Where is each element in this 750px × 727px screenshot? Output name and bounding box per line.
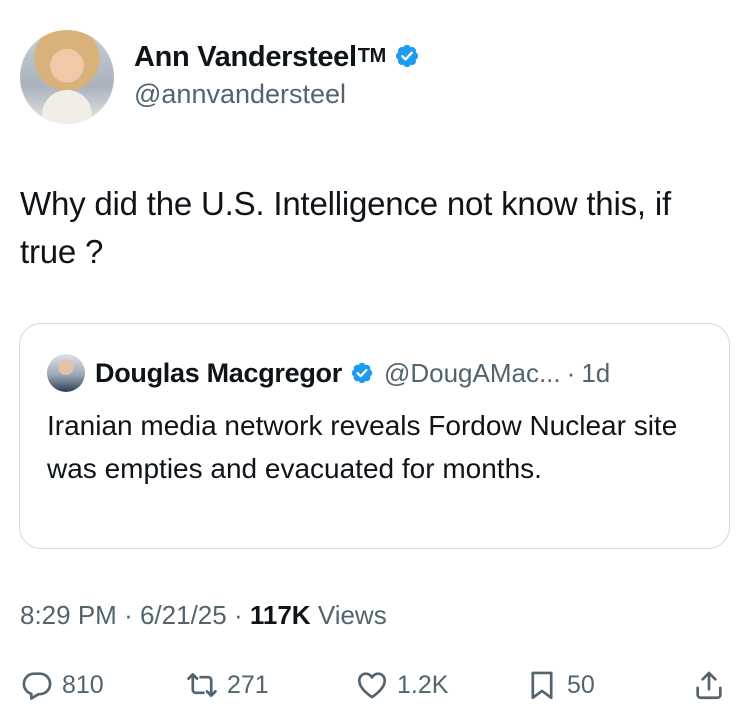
- like-count: 1.2K: [397, 670, 449, 699]
- speech-bubble-icon: [22, 672, 52, 700]
- reply-button[interactable]: 810: [20, 668, 104, 702]
- author-display-name[interactable]: Ann VandersteelTM: [134, 39, 386, 74]
- heart-icon: [357, 672, 387, 699]
- author-avatar[interactable]: [20, 30, 114, 124]
- tweet-meta: 8:29 PM · 6/21/25 · 117K Views: [20, 600, 387, 631]
- author-names: Ann VandersteelTM @annvandersteel: [134, 39, 420, 112]
- meta-separator: ·: [233, 600, 243, 630]
- quoted-author-name[interactable]: Douglas Macgregor: [95, 358, 342, 389]
- verified-badge-icon: [351, 362, 373, 384]
- tweet-actions-bar: 810 271 1.2K 50: [20, 668, 732, 708]
- repost-arrows-icon: [187, 673, 217, 697]
- share-upload-icon: [696, 671, 722, 700]
- views-label: Views: [317, 600, 387, 630]
- like-button[interactable]: 1.2K: [355, 668, 448, 702]
- author-handle[interactable]: @annvandersteel: [134, 76, 420, 112]
- share-button[interactable]: [692, 668, 726, 702]
- views-count: 117K: [249, 600, 311, 630]
- reply-count: 810: [62, 670, 104, 699]
- quoted-author-avatar[interactable]: [47, 354, 85, 392]
- author-display-name-text: Ann Vandersteel: [134, 40, 357, 73]
- quoted-tweet-text: Iranian media network reveals Fordow Nuc…: [47, 410, 678, 484]
- author-name-row: Ann VandersteelTM: [134, 39, 420, 74]
- meta-separator: ·: [124, 600, 133, 630]
- tweet-date[interactable]: 6/21/25: [140, 600, 227, 630]
- quoted-tweet-header: Douglas Macgregor @DougAMac... · 1d: [47, 354, 610, 392]
- repost-count: 271: [227, 670, 269, 699]
- trademark-symbol: TM: [357, 44, 387, 67]
- bookmark-button[interactable]: 50: [525, 668, 595, 702]
- quoted-timestamp[interactable]: 1d: [581, 358, 610, 389]
- quoted-separator: ·: [566, 357, 576, 388]
- tweet-text: Why did the U.S. Intelligence not know t…: [20, 185, 671, 270]
- bookmark-icon: [531, 671, 553, 700]
- verified-badge-icon: [395, 44, 419, 68]
- repost-button[interactable]: 271: [185, 668, 269, 702]
- tweet-time[interactable]: 8:29 PM: [20, 600, 117, 630]
- tweet-header: Ann VandersteelTM @annvandersteel: [20, 30, 420, 124]
- quoted-author-handle[interactable]: @DougAMac...: [384, 358, 561, 389]
- quoted-tweet-card[interactable]: Douglas Macgregor @DougAMac... · 1d Iran…: [19, 323, 730, 549]
- bookmark-count: 50: [567, 670, 595, 699]
